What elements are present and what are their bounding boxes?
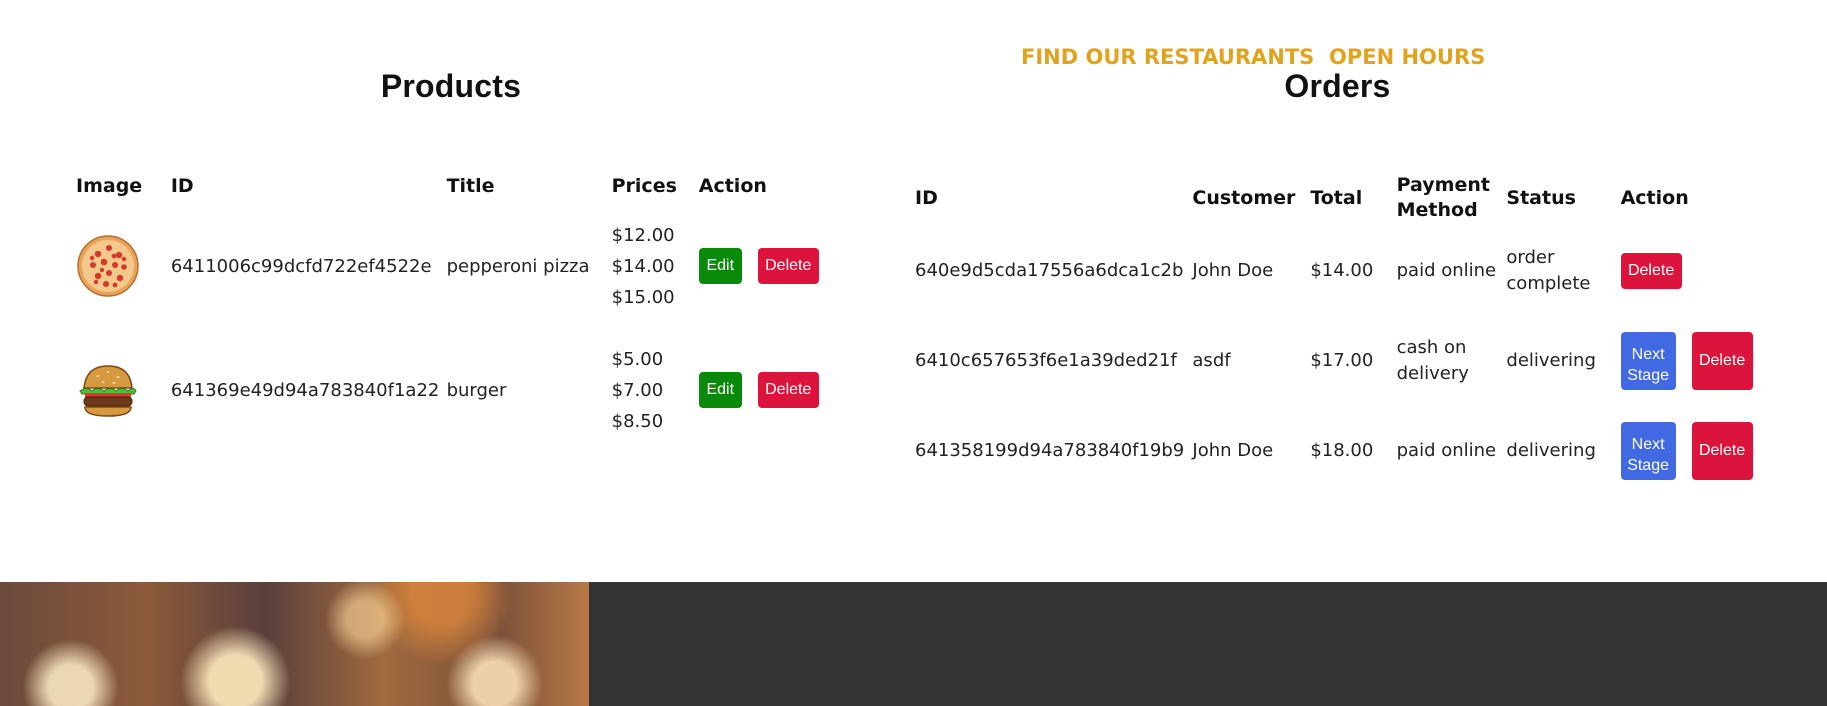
order-total: $17.00 [1310, 350, 1374, 371]
open-hours-text: Mon - Fri [1329, 94, 1407, 115]
order-row: 6410c657653f6e1a39ded21f asdf $17.00 cas… [915, 316, 1775, 406]
header-order-id: ID [915, 186, 938, 209]
pizza-icon [77, 235, 139, 297]
restaurant-address: 5898 Crockett St [1021, 94, 1173, 115]
footer [0, 582, 1827, 706]
order-payment: paid online [1396, 440, 1497, 461]
header-status: Status [1506, 186, 1576, 209]
order-actions: Next Stage Delete [1620, 316, 1775, 406]
order-customer: John Doe [1192, 440, 1274, 461]
header-prices: Prices [611, 175, 677, 197]
order-customer: asdf [1192, 350, 1231, 371]
product-image-cell [76, 204, 171, 328]
delete-order-button[interactable]: Delete [1691, 332, 1753, 390]
products-header-row: Image ID Title Prices Action [76, 168, 846, 204]
order-payment: cash on delivery [1396, 337, 1469, 384]
orders-header-row: ID Customer Total Payment Method Status … [915, 170, 1775, 226]
find-restaurants-title: FIND OUR RESTAURANTS [1021, 45, 1315, 69]
product-actions: Edit Delete [698, 204, 846, 328]
order-total: $18.00 [1310, 440, 1374, 461]
order-actions: Delete [1620, 226, 1775, 316]
header-title: Title [446, 175, 495, 197]
product-row: 6411006c99dcfd722ef4522e pepperoni pizza… [76, 204, 846, 328]
product-image-cell [76, 328, 171, 452]
product-title: burger [446, 379, 507, 401]
delete-product-button[interactable]: Delete [757, 372, 819, 408]
order-total: $14.00 [1310, 260, 1374, 281]
product-price: $7.00 [611, 379, 664, 401]
footer-heading: LOREM IPSUM DOLOR SIT AMET, [628, 48, 953, 127]
product-id: 6411006c99dcfd722ef4522e [170, 255, 432, 277]
footer-dark-panel [589, 582, 1827, 706]
product-price: $15.00 [611, 286, 675, 308]
product-price: $12.00 [611, 224, 675, 246]
header-order-action: Action [1620, 186, 1689, 209]
delete-product-button[interactable]: Delete [757, 248, 819, 284]
edit-product-button[interactable]: Edit [698, 372, 742, 408]
header-action: Action [698, 175, 767, 197]
order-id: 641358199d94a783840f19b9 [915, 440, 1185, 461]
product-actions: Edit Delete [698, 328, 846, 452]
order-payment: paid online [1396, 260, 1497, 281]
header-customer: Customer [1192, 186, 1296, 209]
order-status: order complete [1506, 247, 1591, 294]
order-id: 6410c657653f6e1a39ded21f [915, 350, 1177, 371]
order-status: delivering [1506, 350, 1596, 371]
header-id: ID [170, 175, 194, 197]
product-prices: $12.00 $14.00 $15.00 [612, 204, 699, 328]
product-price: $8.50 [611, 410, 664, 432]
next-stage-button[interactable]: Next Stage [1620, 422, 1676, 480]
delete-order-button[interactable]: Delete [1691, 422, 1753, 480]
open-hours-title: OPEN HOURS [1329, 45, 1486, 69]
order-id: 640e9d5cda17556a6dca1c2b [915, 260, 1184, 281]
product-price: $14.00 [611, 255, 675, 277]
header-image: Image [76, 175, 143, 197]
next-stage-button[interactable]: Next Stage [1620, 332, 1676, 390]
product-title: pepperoni pizza [446, 255, 590, 277]
edit-product-button[interactable]: Edit [698, 248, 742, 284]
order-status: delivering [1506, 440, 1596, 461]
order-row: 641358199d94a783840f19b9 John Doe $18.00… [915, 406, 1775, 496]
burger-icon [79, 365, 137, 417]
product-prices: $5.00 $7.00 $8.50 [612, 328, 699, 452]
product-price: $5.00 [611, 348, 664, 370]
delete-order-button[interactable]: Delete [1620, 253, 1682, 289]
orders-table: ID Customer Total Payment Method Status … [915, 170, 1775, 496]
order-customer: John Doe [1192, 260, 1274, 281]
product-id: 641369e49d94a783840f1a22 [170, 379, 440, 401]
header-payment-method: Payment Method [1396, 174, 1490, 221]
order-actions: Next Stage Delete [1620, 406, 1775, 496]
order-row: 640e9d5cda17556a6dca1c2b John Doe $14.00… [915, 226, 1775, 316]
header-total: Total [1310, 186, 1363, 209]
product-row: 641369e49d94a783840f1a22 burger $5.00 $7… [76, 328, 846, 452]
products-table: Image ID Title Prices Action 6411006c99d… [76, 168, 846, 452]
footer-background-photo [0, 582, 589, 706]
